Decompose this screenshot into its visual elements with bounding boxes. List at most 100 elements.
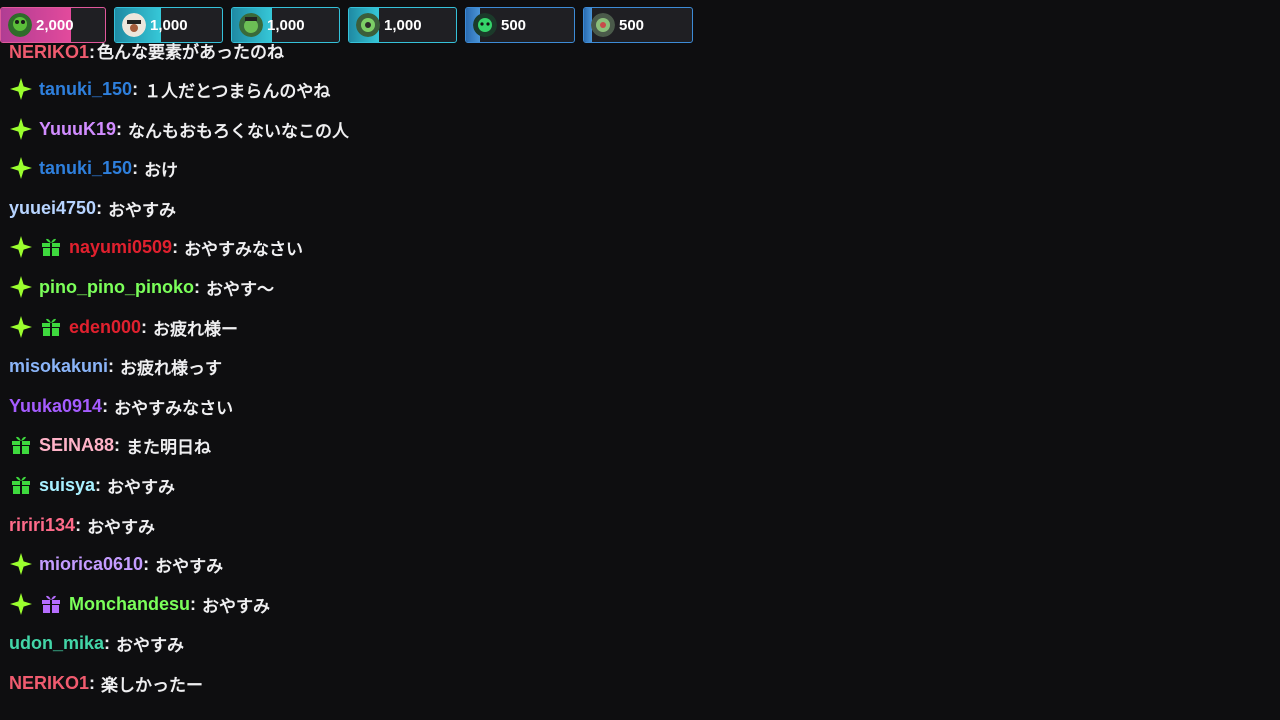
chat-message: YuuuK19: なんもおもろくないなこの人 bbox=[9, 114, 349, 144]
user-avatar bbox=[239, 13, 263, 37]
chat-message: suisya: おやすみ bbox=[9, 470, 175, 500]
chat-username[interactable]: NERIKO1 bbox=[9, 42, 89, 62]
chat-username[interactable]: miorica0610 bbox=[39, 554, 143, 575]
chat-text: おやすみ bbox=[108, 200, 177, 221]
chat-text: おやすみなさい bbox=[184, 239, 304, 260]
chat-separator: : bbox=[194, 276, 200, 297]
chat-text: おけ bbox=[144, 160, 179, 181]
sparkle-badge-icon[interactable] bbox=[9, 156, 33, 180]
chat-username[interactable]: ririri134 bbox=[9, 515, 75, 536]
user-avatar bbox=[122, 13, 146, 37]
cheer-amount: 1,000 bbox=[150, 16, 188, 34]
chat-text: おやすみ bbox=[87, 517, 156, 538]
chat-message: yuuei4750: おやすみ bbox=[9, 193, 176, 223]
chat-username[interactable]: tanuki_150 bbox=[39, 79, 132, 100]
sparkle-badge-icon[interactable] bbox=[9, 275, 33, 299]
chat-message: Yuuka0914: おやすみなさい bbox=[9, 391, 233, 421]
chat-username[interactable]: Monchandesu bbox=[69, 594, 190, 615]
chat-message-partial: ... bbox=[9, 710, 25, 720]
sparkle-badge-icon[interactable] bbox=[9, 235, 33, 259]
cheer-leaderboard: 2,000 1,000 1,000 1,000 500 500 bbox=[0, 7, 693, 45]
chat-message: pino_pino_pinoko: おやす〜 bbox=[9, 272, 274, 302]
chat-message: Monchandesu: おやすみ bbox=[9, 589, 270, 619]
chat-message: tanuki_150: おけ bbox=[9, 153, 178, 183]
sparkle-badge-icon[interactable] bbox=[9, 552, 33, 576]
chat-message: ririri134: おやすみ bbox=[9, 510, 155, 540]
chat-message: nayumi0509: おやすみなさい bbox=[9, 232, 303, 262]
leaderboard-entry[interactable]: 500 bbox=[465, 7, 575, 43]
chat-message: miorica0610: おやすみ bbox=[9, 549, 223, 579]
sparkle-badge-icon[interactable] bbox=[9, 315, 33, 339]
chat-separator: : bbox=[95, 474, 102, 495]
chat-username[interactable]: YuuuK19 bbox=[39, 119, 116, 140]
user-avatar bbox=[473, 13, 497, 37]
chat-separator: : bbox=[104, 632, 111, 653]
leaderboard-entry[interactable]: 1,000 bbox=[348, 7, 457, 43]
cheer-amount: 500 bbox=[619, 16, 645, 34]
cheer-amount: 2,000 bbox=[36, 16, 74, 34]
chat-message: tanuki_150:１人だとつまらんのやね bbox=[9, 74, 330, 104]
chat-separator: : bbox=[172, 236, 179, 257]
chat-text: 色んな要素があったのね bbox=[97, 43, 285, 63]
user-avatar bbox=[8, 13, 32, 37]
leaderboard-entry[interactable]: 2,000 bbox=[0, 7, 106, 43]
chat-message: eden000: お疲れ様ー bbox=[9, 312, 238, 342]
chat-text: なんもおもろくないなこの人 bbox=[128, 121, 350, 142]
gift-badge-icon[interactable] bbox=[39, 592, 63, 616]
leaderboard-entry[interactable]: 500 bbox=[583, 7, 693, 43]
chat-username[interactable]: eden000 bbox=[69, 317, 141, 338]
chat-text: おやすみ bbox=[116, 635, 185, 656]
chat-separator: : bbox=[75, 514, 82, 535]
cheer-amount: 1,000 bbox=[267, 16, 305, 34]
sparkle-badge-icon[interactable] bbox=[9, 117, 33, 141]
chat-message: SEINA88: また明日ね bbox=[9, 430, 211, 460]
chat-text: おやすみ bbox=[107, 477, 176, 498]
chat-text: 楽しかったー bbox=[101, 675, 204, 696]
chat-text: また明日ね bbox=[126, 437, 212, 458]
chat-username[interactable]: yuuei4750 bbox=[9, 198, 96, 219]
gift-badge-icon[interactable] bbox=[39, 235, 63, 259]
chat-username[interactable]: suisya bbox=[39, 475, 95, 496]
chat-message: NERIKO1: 楽しかったー bbox=[9, 668, 203, 698]
chat-separator: : bbox=[190, 593, 197, 614]
chat-text: お疲れ様っす bbox=[120, 358, 223, 379]
gift-badge-icon[interactable] bbox=[39, 315, 63, 339]
chat-username[interactable]: tanuki_150 bbox=[39, 158, 132, 179]
chat-separator: : bbox=[141, 316, 148, 337]
chat-text: １人だとつまらんのやね bbox=[144, 81, 331, 102]
chat-separator: : bbox=[114, 434, 121, 455]
cheer-amount: 500 bbox=[501, 16, 527, 34]
chat-separator: : bbox=[89, 672, 96, 693]
chat-username[interactable]: NERIKO1 bbox=[9, 673, 89, 694]
user-avatar bbox=[356, 13, 380, 37]
chat-separator: : bbox=[102, 395, 109, 416]
chat-text: おやす〜 bbox=[206, 279, 274, 300]
chat-username[interactable]: SEINA88 bbox=[39, 435, 114, 456]
chat-separator: : bbox=[143, 553, 150, 574]
chat-separator: : bbox=[96, 197, 103, 218]
chat-text: おやすみなさい bbox=[114, 398, 234, 419]
chat-text: おやすみ bbox=[202, 596, 271, 617]
leaderboard-entry[interactable]: 1,000 bbox=[231, 7, 340, 43]
leaderboard-entry[interactable]: 1,000 bbox=[114, 7, 223, 43]
chat-panel: 2,000 1,000 1,000 1,000 500 500 NERIKO1:… bbox=[0, 0, 1280, 720]
chat-separator: : bbox=[132, 78, 139, 99]
chat-text: お疲れ様ー bbox=[153, 319, 239, 340]
chat-message: misokakuni: お疲れ様っす bbox=[9, 351, 222, 381]
sparkle-badge-icon[interactable] bbox=[9, 77, 33, 101]
gift-badge-icon[interactable] bbox=[9, 433, 33, 457]
chat-username[interactable]: nayumi0509 bbox=[69, 237, 172, 258]
user-avatar bbox=[591, 13, 615, 37]
chat-separator: : bbox=[132, 157, 139, 178]
sparkle-badge-icon[interactable] bbox=[9, 592, 33, 616]
chat-message: udon_mika: おやすみ bbox=[9, 628, 184, 658]
chat-separator: : bbox=[89, 42, 96, 62]
cheer-amount: 1,000 bbox=[384, 16, 422, 34]
gift-badge-icon[interactable] bbox=[9, 473, 33, 497]
chat-separator: : bbox=[108, 355, 115, 376]
chat-username[interactable]: Yuuka0914 bbox=[9, 396, 102, 417]
chat-separator: : bbox=[116, 118, 123, 139]
chat-username[interactable]: udon_mika bbox=[9, 633, 104, 654]
chat-username[interactable]: misokakuni bbox=[9, 356, 108, 377]
chat-username[interactable]: pino_pino_pinoko bbox=[39, 277, 194, 298]
